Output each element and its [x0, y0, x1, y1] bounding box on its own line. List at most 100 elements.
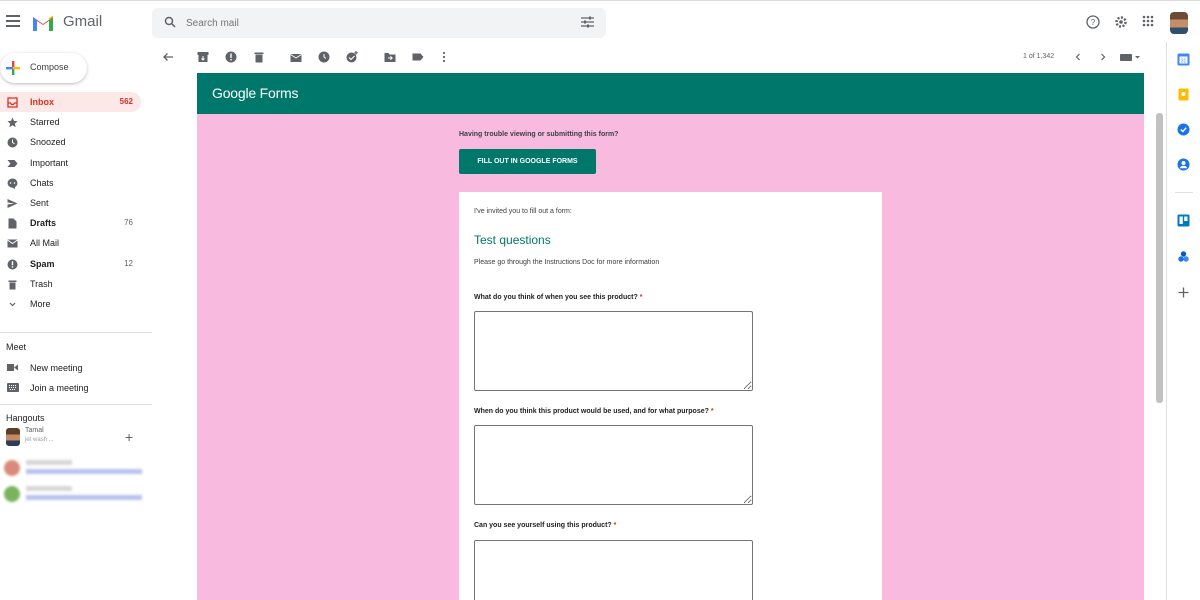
sidebar-divider	[0, 332, 152, 333]
search-input[interactable]	[186, 14, 546, 32]
label-icon[interactable]	[412, 51, 424, 63]
contact-avatar	[4, 460, 20, 476]
new-meeting-label: New meeting	[30, 363, 83, 373]
tasks-icon[interactable]	[1177, 123, 1190, 136]
svg-text:31: 31	[1181, 59, 1187, 65]
join-meeting-item[interactable]: Join a meeting	[0, 379, 152, 397]
top-bar: Gmail ?	[0, 0, 1200, 42]
nav-item-trash[interactable]: Trash	[0, 274, 141, 294]
nav-item-sent[interactable]: Sent	[0, 193, 141, 213]
search-options-icon[interactable]	[581, 16, 594, 28]
snooze-icon[interactable]	[318, 51, 330, 63]
nav-label: Drafts	[30, 218, 57, 229]
more-vertical-icon[interactable]	[438, 51, 450, 63]
nav-item-snoozed[interactable]: Snoozed	[0, 132, 141, 152]
nav-label: All Mail	[30, 238, 60, 249]
archive-icon[interactable]	[197, 51, 209, 63]
move-to-icon[interactable]	[384, 51, 396, 63]
fill-out-in-google-forms-button[interactable]: FILL OUT IN GOOGLE FORMS	[459, 149, 596, 174]
compose-button[interactable]: Compose	[0, 53, 87, 83]
sidebar-divider	[0, 404, 152, 405]
hangouts-contact-row[interactable]	[4, 458, 150, 478]
calendar-icon[interactable]: 31	[1177, 53, 1190, 66]
hangouts-heading: Hangouts	[6, 413, 45, 423]
nav-item-inbox[interactable]: Inbox 562	[0, 92, 141, 113]
report-spam-icon[interactable]	[225, 51, 237, 63]
content-scrollbar[interactable]	[1156, 113, 1163, 403]
form-title: Test questions	[474, 233, 551, 247]
nav-label: Starred	[30, 117, 60, 128]
left-sidebar: Compose Inbox 562 Starred Snoozed Import…	[0, 42, 152, 600]
hangouts-user-status: jet wash ...	[25, 437, 54, 443]
chevron-down-icon	[9, 302, 16, 307]
nav-item-chats[interactable]: Chats	[0, 173, 141, 193]
hangouts-user[interactable]: Tamal jet wash ... +	[6, 426, 152, 450]
addon-icon[interactable]	[1177, 250, 1190, 263]
email-body: Google Forms Having trouble viewing or s…	[197, 73, 1144, 600]
contacts-icon[interactable]	[1177, 158, 1190, 171]
search-icon[interactable]	[164, 16, 176, 28]
nav-label: Chats	[30, 177, 54, 188]
draft-icon	[8, 218, 17, 229]
contact-name-blurred	[26, 486, 72, 491]
nav-count: 12	[124, 258, 133, 268]
join-meeting-label: Join a meeting	[30, 383, 89, 393]
compose-label: Compose	[30, 62, 69, 72]
older-chevron-left-icon[interactable]	[1073, 52, 1083, 62]
side-panel: 31	[1166, 42, 1200, 600]
delete-icon[interactable]	[253, 51, 265, 63]
hangouts-avatar	[6, 428, 20, 446]
hangouts-user-name: Tamal	[25, 427, 44, 434]
add-to-tasks-icon[interactable]	[346, 51, 358, 63]
answer-textarea-1[interactable]	[474, 311, 753, 391]
help-icon[interactable]: ?	[1086, 15, 1100, 29]
apps-grid-icon[interactable]	[1142, 15, 1154, 27]
keep-icon[interactable]	[1177, 88, 1190, 101]
get-addons-plus-icon[interactable]	[1177, 286, 1190, 299]
main-menu-icon[interactable]	[6, 15, 20, 27]
hangouts-contact-row[interactable]	[4, 484, 150, 504]
question-label: When do you think this product would be …	[474, 408, 714, 415]
question-text: What do you think of when you see this p…	[474, 294, 638, 301]
answer-textarea-3[interactable]	[474, 540, 753, 600]
new-meeting-item[interactable]: New meeting	[0, 359, 152, 377]
meet-heading: Meet	[6, 342, 27, 352]
mail-icon	[7, 239, 18, 248]
nav-item-important[interactable]: Important	[0, 153, 141, 173]
input-tools-keyboard-icon[interactable]	[1120, 52, 1142, 62]
nav-label: Trash	[30, 278, 53, 289]
clock-icon	[7, 137, 18, 148]
forms-header: Google Forms	[197, 73, 1144, 114]
pagination-text: 1 of 1,342	[1023, 53, 1055, 60]
back-arrow-icon[interactable]	[162, 51, 174, 63]
contact-avatar	[4, 486, 20, 502]
nav-label: Spam	[30, 258, 55, 269]
nav-item-starred[interactable]: Starred	[0, 112, 141, 132]
search-bar[interactable]	[152, 8, 606, 38]
gear-icon[interactable]	[1114, 15, 1128, 29]
trello-icon[interactable]	[1177, 214, 1190, 227]
nav-label: More	[30, 298, 51, 309]
nav-label: Sent	[30, 197, 49, 208]
add-contact-icon[interactable]: +	[125, 429, 133, 445]
gmail-logo-icon[interactable]	[31, 13, 55, 31]
app-brand[interactable]: Gmail	[63, 13, 102, 30]
mark-unread-icon[interactable]	[290, 51, 302, 63]
nav-item-all-mail[interactable]: All Mail	[0, 233, 141, 253]
contact-name-blurred	[26, 460, 72, 465]
answer-textarea-2[interactable]	[474, 425, 753, 505]
nav-count: 76	[124, 218, 133, 228]
nav-label: Snoozed	[30, 137, 66, 148]
mail-nav: Inbox 562 Starred Snoozed Important Chat…	[0, 92, 152, 314]
question-text: When do you think this product would be …	[474, 408, 709, 415]
contact-message-blurred	[26, 495, 142, 500]
nav-label: Important	[30, 157, 69, 168]
nav-item-drafts[interactable]: Drafts 76	[0, 213, 141, 233]
keyboard-icon	[7, 383, 19, 392]
account-avatar[interactable]	[1170, 12, 1188, 34]
nav-item-spam[interactable]: Spam 12	[0, 254, 141, 274]
newer-chevron-right-icon[interactable]	[1098, 52, 1108, 62]
nav-item-more[interactable]: More	[0, 294, 141, 314]
nav-label: Inbox	[30, 97, 54, 107]
spam-icon	[7, 259, 18, 269]
